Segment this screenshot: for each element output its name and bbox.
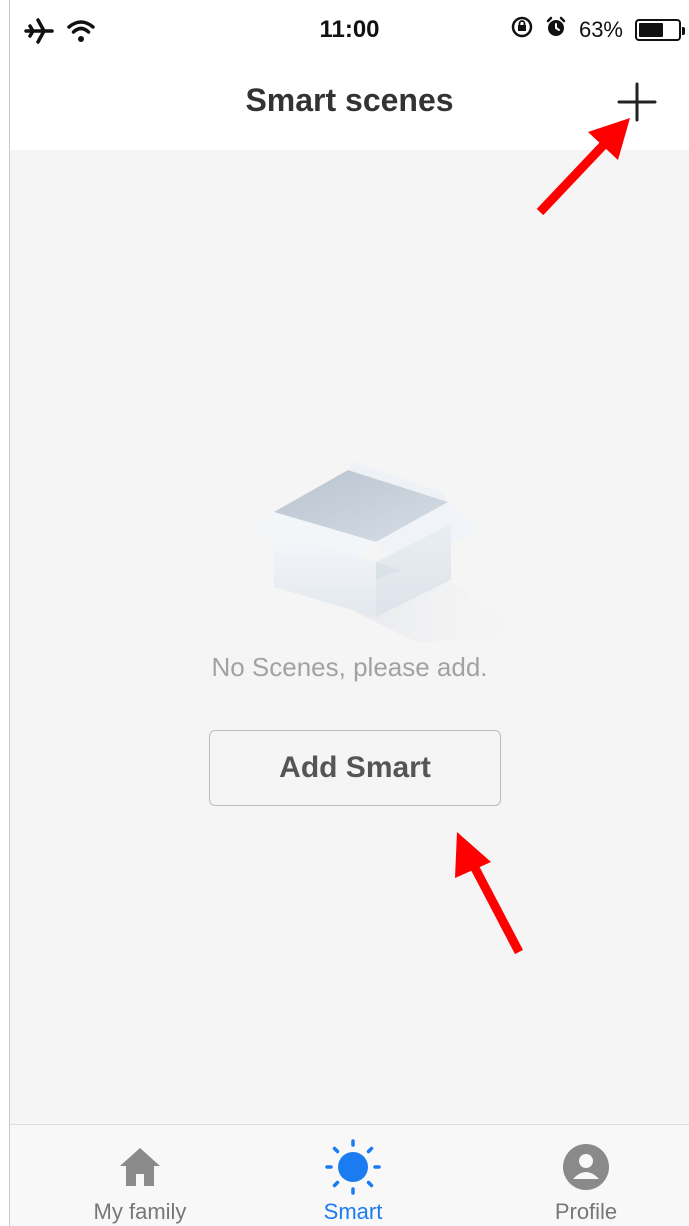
battery-icon bbox=[635, 18, 685, 41]
annotation-arrow-bottom bbox=[455, 832, 523, 955]
alarm-icon bbox=[545, 16, 567, 43]
tab-label: Smart bbox=[323, 1199, 383, 1224]
empty-box-icon bbox=[236, 462, 536, 642]
profile-icon bbox=[562, 1141, 610, 1193]
tab-my-family[interactable]: My family bbox=[40, 1125, 240, 1226]
battery-fill bbox=[639, 22, 663, 37]
tab-label: My family bbox=[93, 1199, 187, 1224]
battery-tip bbox=[682, 26, 685, 35]
battery-percent: 63% bbox=[578, 16, 623, 42]
app-screen: 11:00 63% Smart scenes No Scenes, please… bbox=[9, 0, 689, 1226]
tab-bar: My family Smart Profile bbox=[10, 1124, 689, 1226]
tab-profile[interactable]: Profile bbox=[486, 1125, 686, 1226]
empty-state-message: No Scenes, please add. bbox=[211, 652, 488, 682]
tab-smart[interactable]: Smart bbox=[253, 1125, 453, 1226]
status-right: 63% bbox=[511, 16, 685, 43]
sun-icon bbox=[325, 1139, 381, 1195]
tab-label: Profile bbox=[554, 1199, 618, 1224]
home-icon bbox=[118, 1141, 162, 1193]
nav-header: Smart scenes bbox=[10, 66, 689, 150]
orientation-lock-icon bbox=[511, 16, 533, 43]
page-title: Smart scenes bbox=[245, 82, 454, 118]
add-scene-button[interactable] bbox=[615, 80, 659, 124]
plus-icon bbox=[617, 82, 657, 122]
status-bar: 11:00 63% bbox=[10, 0, 689, 66]
add-smart-button[interactable]: Add Smart bbox=[209, 730, 501, 806]
